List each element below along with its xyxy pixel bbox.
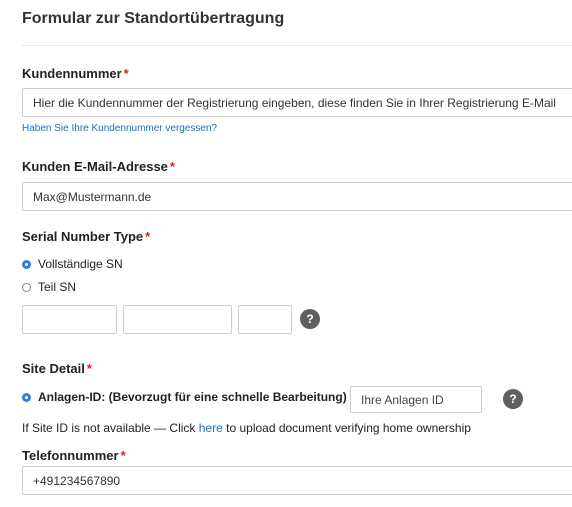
customer-number-placeholder: Hier die Kundennummer der Registrierung … — [33, 95, 556, 110]
radio-selected-icon[interactable] — [22, 392, 31, 402]
site-id-note: If Site ID is not available — Click here… — [22, 421, 471, 435]
email-label-text: Kunden E-Mail-Adresse — [22, 159, 168, 174]
email-label: Kunden E-Mail-Adresse * — [22, 159, 175, 174]
serial-number-part-1-input[interactable] — [22, 305, 117, 334]
site-id-note-before: If Site ID is not available — Click — [22, 421, 196, 435]
required-asterisk: * — [145, 229, 151, 244]
forgot-customer-number-link[interactable]: Haben Sie Ihre Kundennummer vergessen? — [22, 123, 217, 134]
radio-full-sn[interactable]: Vollständige SN — [22, 257, 123, 271]
radio-site-id[interactable]: Anlagen-ID: (Bevorzugt für eine schnelle… — [22, 390, 347, 404]
question-circle-icon[interactable]: ? — [503, 389, 523, 409]
required-asterisk: * — [169, 159, 175, 174]
radio-full-sn-label: Vollständige SN — [38, 257, 123, 271]
radio-partial-sn-label: Teil SN — [38, 280, 77, 294]
phone-label-text: Telefonnummer — [22, 448, 119, 463]
serial-number-type-label-text: Serial Number Type — [22, 229, 144, 244]
site-id-note-after: to upload document verifying home owners… — [226, 421, 471, 435]
phone-label: Telefonnummer * — [22, 448, 126, 463]
serial-number-type-label: Serial Number Type * — [22, 229, 150, 244]
site-detail-label: Site Detail * — [22, 361, 92, 376]
site-id-input[interactable]: Ihre Anlagen ID — [350, 386, 482, 413]
customer-number-label: Kundennummer * — [22, 66, 129, 81]
site-detail-label-text: Site Detail — [22, 361, 85, 376]
customer-number-input[interactable]: Hier die Kundennummer der Registrierung … — [22, 88, 572, 117]
serial-number-part-2-input[interactable] — [123, 305, 232, 334]
question-circle-icon[interactable]: ? — [300, 309, 320, 329]
radio-partial-sn[interactable]: Teil SN — [22, 280, 76, 294]
email-field[interactable]: Max@Mustermann.de — [22, 182, 572, 211]
serial-number-part-3-input[interactable] — [238, 305, 292, 334]
upload-document-link[interactable]: here — [199, 421, 223, 435]
site-id-placeholder: Ihre Anlagen ID — [361, 392, 444, 407]
required-asterisk: * — [86, 361, 92, 376]
customer-number-label-text: Kundennummer — [22, 66, 122, 81]
radio-unselected-icon[interactable] — [22, 282, 31, 292]
radio-site-id-label: Anlagen-ID: (Bevorzugt für eine schnelle… — [38, 390, 347, 404]
title-divider — [22, 45, 572, 46]
radio-selected-icon[interactable] — [22, 259, 31, 269]
required-asterisk: * — [123, 66, 129, 81]
phone-field[interactable]: +491234567890 — [22, 466, 572, 495]
email-value: Max@Mustermann.de — [33, 189, 152, 204]
required-asterisk: * — [120, 448, 126, 463]
page-title: Formular zur Standortübertragung — [22, 10, 285, 27]
phone-value: +491234567890 — [33, 473, 121, 488]
